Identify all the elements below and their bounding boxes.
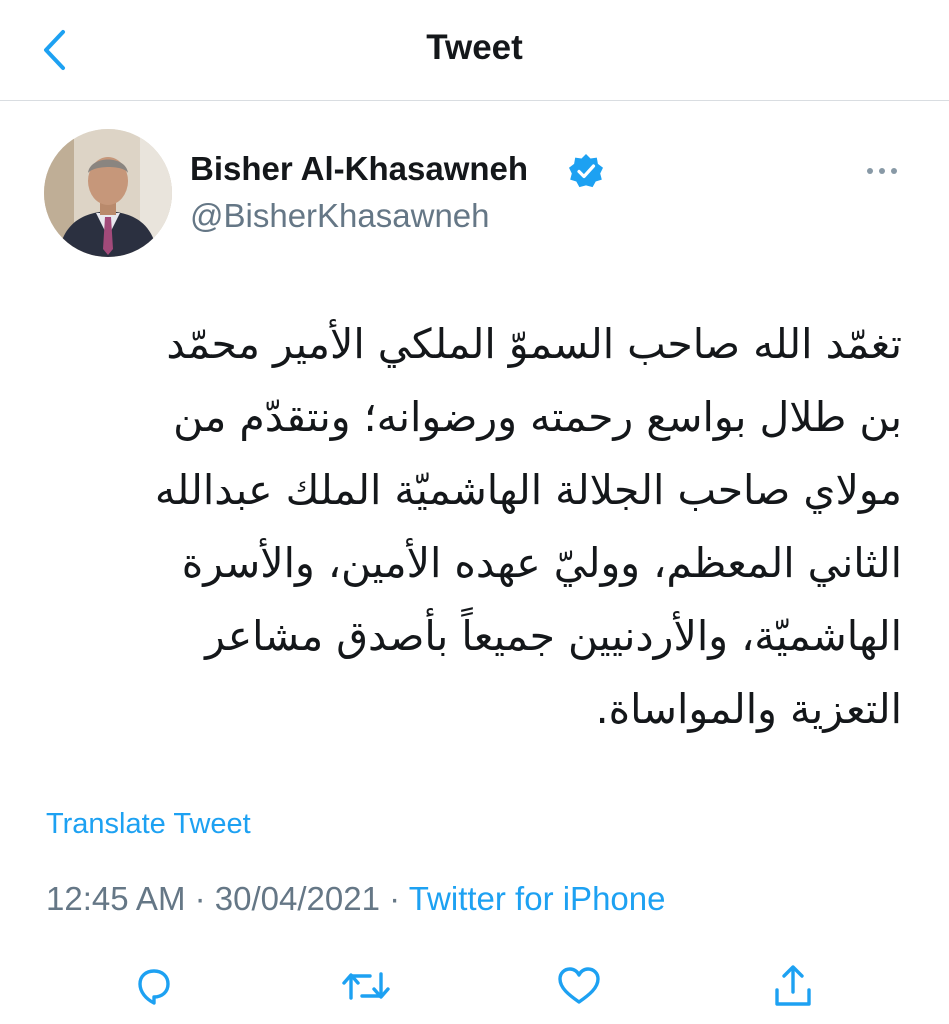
retweet-icon: [342, 972, 390, 1000]
top-bar: Tweet: [0, 0, 949, 101]
more-horizontal-icon: [867, 168, 897, 174]
more-options-button[interactable]: [860, 155, 904, 187]
meta-separator: ·: [389, 880, 401, 917]
tweet-text: تغمّد الله صاحب السموّ الملكي الأمير محم…: [154, 320, 902, 733]
share-button[interactable]: [765, 958, 821, 1014]
tweet-meta: 12:45 AM · 30/04/2021 · Twitter for iPho…: [46, 880, 665, 918]
author-name[interactable]: Bisher Al-Khasawneh: [190, 150, 528, 188]
tweet-time: 12:45 AM: [46, 880, 186, 917]
retweet-button[interactable]: [338, 958, 394, 1014]
tweet-actions: [0, 958, 949, 1014]
verified-badge-icon: [569, 154, 603, 188]
reply-icon: [138, 969, 170, 1005]
author-handle[interactable]: @BisherKhasawneh: [190, 197, 490, 235]
meta-separator: ·: [194, 880, 206, 917]
tweet-source-link[interactable]: Twitter for iPhone: [409, 880, 666, 917]
avatar-image: [44, 129, 172, 257]
reply-button[interactable]: [126, 958, 182, 1014]
avatar[interactable]: [44, 129, 172, 257]
like-button[interactable]: [551, 958, 607, 1014]
tweet-date: 30/04/2021: [214, 880, 380, 917]
page-title: Tweet: [426, 28, 523, 67]
heart-icon: [558, 967, 600, 1004]
translate-tweet-link[interactable]: Translate Tweet: [46, 808, 251, 841]
share-icon: [775, 965, 811, 1006]
